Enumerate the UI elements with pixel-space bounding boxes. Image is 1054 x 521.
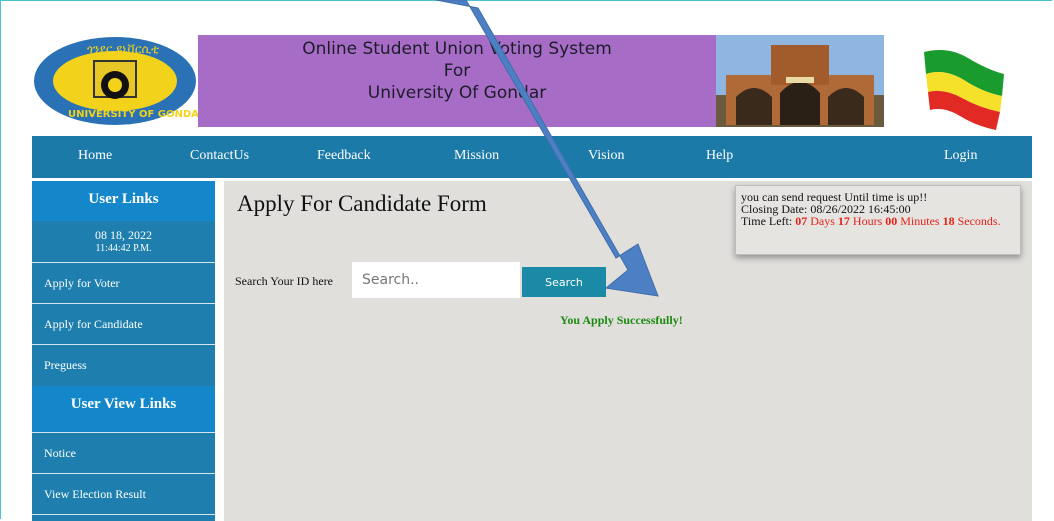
time-left-seconds: 18 [942,214,955,228]
time-left-label: Time Left: [741,214,793,228]
time-left-days-label: Days [810,214,835,228]
nav-home[interactable]: Home [78,148,112,164]
time-left-days: 07 [795,214,808,228]
sidebar-item-view-election-result[interactable]: View Election Result [32,473,215,513]
main-content: Apply For Candidate Form Search Your ID … [224,181,1032,521]
ethiopia-flag-icon [918,44,1008,134]
page-title: Apply For Candidate Form [237,191,487,216]
sidebar-datetime: 08 18, 2022 11:44:42 P.M. [32,221,215,261]
sidebar-heading-user-links: User Links [32,181,215,221]
time-left-hours-label: Hours [852,214,883,228]
time-left-seconds-label: Seconds. [957,214,1001,228]
sidebar: User Links 08 18, 2022 11:44:42 P.M. App… [32,181,215,521]
time-left-hours: 17 [837,214,850,228]
sidebar-time: 11:44:42 P.M. [95,243,152,254]
campus-gate-image [716,35,884,127]
logo-text-bottom: UNIVERSITY OF GONDAR [68,109,198,120]
sidebar-item-apply-candidate[interactable]: Apply for Candidate [32,303,215,343]
sidebar-item-notice[interactable]: Notice [32,432,215,472]
site-title-banner: Online Student Union Voting System For U… [198,35,716,127]
search-input[interactable] [352,262,520,298]
sidebar-heading-user-view-links: User View Links [32,386,215,432]
success-message: You Apply Successfully! [560,313,683,327]
countdown-timer-box: you can send request Until time is up!! … [735,185,1021,255]
nav-contact-us[interactable]: ContactUs [190,148,249,164]
sidebar-date: 08 18, 2022 [95,228,152,242]
nav-vision[interactable]: Vision [588,148,625,164]
nav-mission[interactable]: Mission [454,148,499,164]
sidebar-item-apply-voter[interactable]: Apply for Voter [32,262,215,302]
logo-text-top: ጎንደር ዩኒቨርሲቲ [87,42,159,56]
search-button[interactable]: Search [522,267,606,297]
search-label: Search Your ID here [235,274,333,288]
banner-line-1: Online Student Union Voting System [302,39,612,59]
university-logo: ጎንደር ዩኒቨርሲቲ UNIVERSITY OF GONDAR [32,35,207,127]
time-left-minutes-label: Minutes [900,214,940,228]
timer-time-left: Time Left: 07 Days 17 Hours 00 Minutes 1… [741,215,1015,227]
nav-login[interactable]: Login [944,148,977,164]
sidebar-item-preguess[interactable]: Preguess [32,344,215,384]
banner-line-3: University Of Gondar [367,83,547,103]
nav-help[interactable]: Help [706,148,733,164]
main-nav-bar: Home ContactUs Feedback Mission Vision H… [32,136,1032,178]
nav-feedback[interactable]: Feedback [317,148,371,164]
time-left-minutes: 00 [885,214,898,228]
sidebar-item-more[interactable] [32,514,215,521]
banner-line-2: For [443,61,471,81]
